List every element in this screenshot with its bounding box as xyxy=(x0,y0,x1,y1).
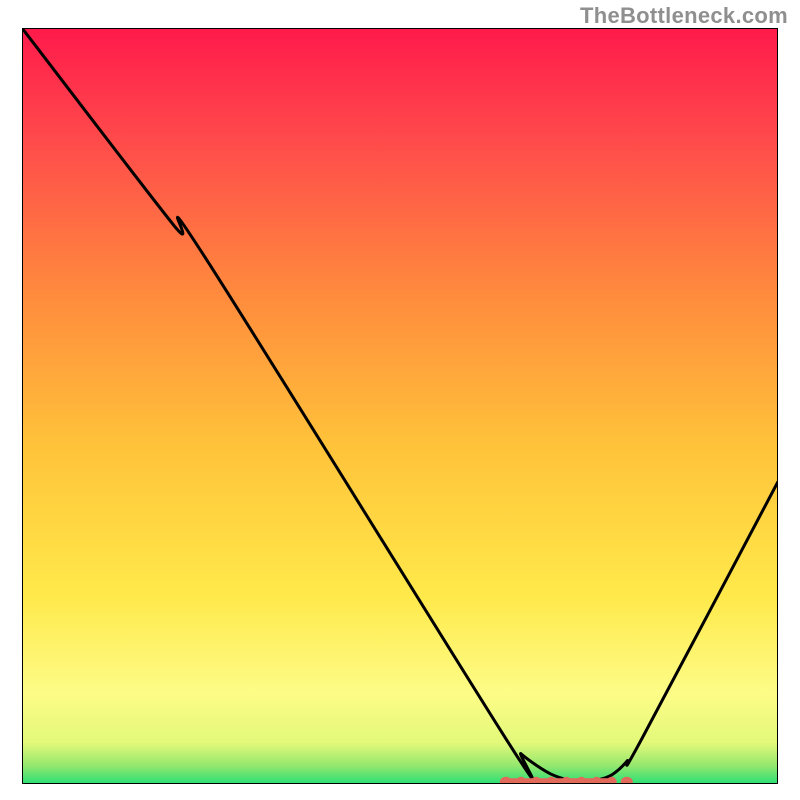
chart-container: TheBottleneck.com xyxy=(0,0,800,800)
optimal-band xyxy=(500,777,633,784)
plot-area xyxy=(22,28,778,784)
bottleneck-chart xyxy=(22,28,778,784)
gradient-background xyxy=(22,28,778,784)
source-watermark: TheBottleneck.com xyxy=(580,3,788,29)
